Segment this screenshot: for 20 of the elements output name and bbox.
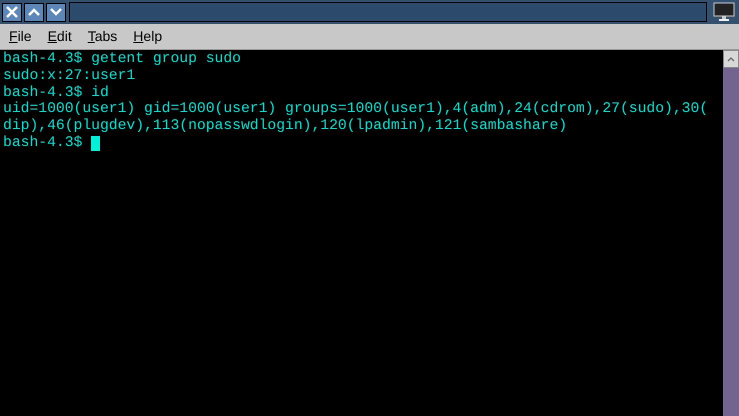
chevron-up-icon bbox=[727, 56, 735, 62]
chevron-down-icon bbox=[50, 8, 62, 16]
menu-item[interactable]: File bbox=[4, 26, 37, 47]
terminal-line: sudo:x:27:user1 bbox=[3, 68, 136, 85]
menu-item[interactable]: Tabs bbox=[82, 26, 122, 47]
monitor-icon[interactable] bbox=[713, 2, 735, 22]
maximize-button[interactable] bbox=[24, 2, 44, 22]
close-icon bbox=[6, 6, 18, 18]
menu-item[interactable]: Edit bbox=[42, 26, 77, 47]
terminal-line: dip),46(plugdev),113(nopasswdlogin),120(lpadmin),121(sambashare) bbox=[3, 118, 568, 135]
terminal-line: uid=1000(user1) gid=1000(user1) groups=1000(user1),4(adm),24(cdrom),27(sudo),30( bbox=[3, 101, 708, 118]
close-button[interactable] bbox=[2, 2, 22, 22]
chevron-up-icon bbox=[28, 8, 40, 16]
scrollbar[interactable] bbox=[723, 50, 739, 416]
terminal-line: bash-4.3$ bbox=[3, 134, 84, 152]
terminal-line: bash-4.3$ getent group sudo bbox=[3, 51, 241, 68]
minimize-button[interactable] bbox=[46, 2, 66, 22]
scroll-up-button[interactable] bbox=[723, 50, 739, 68]
menu-item[interactable]: Help bbox=[128, 26, 168, 47]
terminal-line: bash-4.3$ id bbox=[3, 84, 109, 101]
